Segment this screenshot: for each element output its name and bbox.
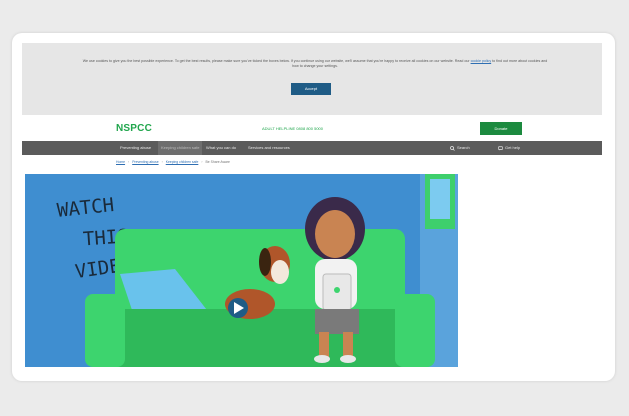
play-button[interactable]	[228, 298, 248, 318]
breadcrumb: Home › Preventing abuse › Keeping childr…	[116, 158, 230, 166]
accept-cookies-button[interactable]: Accept	[291, 83, 331, 95]
breadcrumb-item[interactable]: Home	[116, 160, 125, 164]
nav-help[interactable]: Get help	[498, 141, 520, 155]
video-thumbnail: WATCH THIS VIDEO	[25, 174, 458, 367]
nav-search[interactable]: Search	[450, 141, 470, 155]
site-header: NSPCC ADULT HELPLINE 0808 800 5000 Donat…	[22, 115, 602, 141]
nav-item-what-you-can-do[interactable]: What you can do	[206, 141, 236, 155]
breadcrumb-separator: ›	[128, 160, 130, 164]
chat-icon	[498, 145, 503, 150]
cookie-policy-link[interactable]: cookie policy	[471, 59, 492, 63]
breadcrumb-current: Be Share Aware	[205, 160, 230, 164]
search-icon	[450, 145, 455, 151]
helpline-link[interactable]: ADULT HELPLINE 0808 800 5000	[262, 126, 323, 131]
cookie-banner-text: We use cookies to give you the best poss…	[80, 59, 550, 69]
video-player[interactable]: WATCH THIS VIDEO	[25, 174, 458, 367]
nav-item-services-resources[interactable]: Services and resources	[248, 141, 290, 155]
donate-button[interactable]: Donate	[480, 122, 522, 135]
cookie-text-main: We use cookies to give you the best poss…	[82, 59, 470, 63]
nav-help-label: Get help	[505, 145, 521, 150]
browser-frame: We use cookies to give you the best poss…	[12, 33, 615, 381]
breadcrumb-item[interactable]: Preventing abuse	[132, 160, 158, 164]
breadcrumb-separator: ›	[161, 160, 163, 164]
nav-search-label: Search	[457, 145, 470, 150]
breadcrumb-separator: ›	[201, 160, 203, 164]
nspcc-logo[interactable]: NSPCC	[116, 123, 152, 134]
nav-item-keeping-children-safe[interactable]: Keeping children safe	[158, 141, 203, 155]
breadcrumb-item[interactable]: Keeping children safe	[166, 160, 199, 164]
main-nav: Preventing abuse Keeping children safe W…	[22, 141, 602, 155]
cookie-banner: We use cookies to give you the best poss…	[22, 43, 602, 115]
nav-item-preventing-abuse[interactable]: Preventing abuse	[120, 141, 151, 155]
